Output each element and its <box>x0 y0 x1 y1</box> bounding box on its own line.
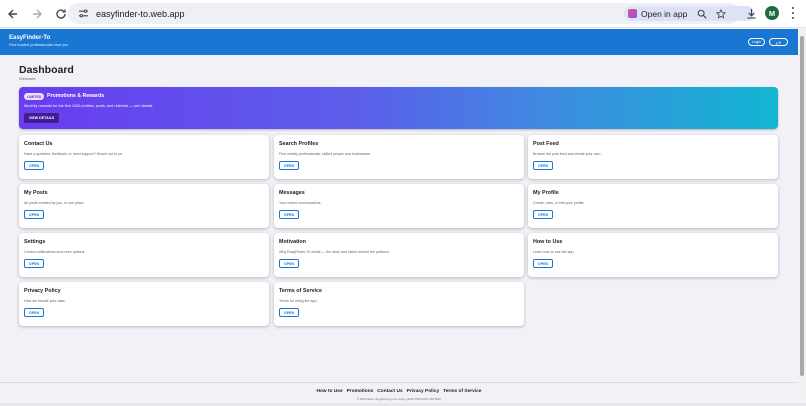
back-button[interactable] <box>2 3 24 25</box>
open-button[interactable]: OPEN <box>279 308 299 317</box>
card-messages[interactable]: Messages Your recent conversations. OPEN <box>274 184 524 228</box>
open-button[interactable]: OPEN <box>24 210 44 219</box>
card-search-profiles[interactable]: Search Profiles Find nearby professional… <box>274 135 524 179</box>
open-button[interactable]: OPEN <box>24 308 44 317</box>
open-in-app-label: Open in app <box>641 8 688 19</box>
card-title: Terms of Service <box>279 288 323 294</box>
open-button[interactable]: OPEN <box>533 259 553 268</box>
card-title: Privacy Policy <box>24 288 61 294</box>
app-icon <box>628 9 637 18</box>
language-toggle-button[interactable]: ع/E <box>769 38 788 46</box>
card-title: My Posts <box>24 190 48 196</box>
card-title: My Profile <box>533 190 559 196</box>
card-description: Terms for using the app. <box>279 299 318 303</box>
open-button[interactable]: OPEN <box>279 210 299 219</box>
card-title: Settings <box>24 239 46 245</box>
browser-menu-button[interactable] <box>788 6 798 20</box>
footer-link-promotions[interactable]: Promotions <box>347 389 374 394</box>
forward-arrow-icon <box>33 9 42 18</box>
zoom-button[interactable] <box>695 7 709 21</box>
card-my-profile[interactable]: My Profile Create, view, or edit your pr… <box>528 184 778 228</box>
open-in-app-button[interactable]: Open in app <box>624 6 754 21</box>
open-button[interactable]: OPEN <box>279 161 299 170</box>
kebab-dot-icon <box>792 16 794 19</box>
download-icon <box>746 8 756 19</box>
profile-avatar[interactable]: M <box>765 6 779 20</box>
card-title: Motivation <box>279 239 306 245</box>
scrollbar-thumb[interactable] <box>800 36 804 376</box>
app-header: EasyFinder-To Find trusted professionals… <box>0 29 798 55</box>
card-privacy-policy[interactable]: Privacy Policy How we handle your data. … <box>19 282 269 326</box>
zoom-icon <box>697 9 707 19</box>
card-description: Create, view, or edit your profile. <box>533 201 585 205</box>
back-arrow-icon <box>8 9 17 18</box>
footer-link-terms-of-service[interactable]: Terms of Service <box>443 389 481 394</box>
footer-link-contact-us[interactable]: Contact Us <box>377 389 402 394</box>
promo-description: Monthly rewards for the first 1000 profi… <box>24 104 154 108</box>
open-button[interactable]: OPEN <box>24 161 44 170</box>
card-how-to-use[interactable]: How to Use Learn how to use the app. OPE… <box>528 233 778 277</box>
view-details-button[interactable]: VIEW DETAILS <box>24 113 60 123</box>
card-description: Control notifications and more options. <box>24 250 86 254</box>
card-description: Find nearby professionals, skilled peopl… <box>279 152 371 156</box>
card-title: How to Use <box>533 239 563 245</box>
card-description: Learn how to use the app. <box>533 250 575 254</box>
url-text[interactable]: easyfinder-to.web.app <box>96 9 185 19</box>
brand-name[interactable]: EasyFinder-To <box>9 35 50 41</box>
forward-button[interactable] <box>26 3 48 25</box>
card-description: Have a question, feedback, or need suppo… <box>24 152 123 156</box>
card-description: How we handle your data. <box>24 299 66 303</box>
kebab-dot-icon <box>792 7 794 10</box>
card-title: Messages <box>279 190 305 196</box>
card-description: All posts created by you, in one place. <box>24 201 85 205</box>
bookmark-button[interactable] <box>714 7 728 21</box>
site-settings-icon[interactable] <box>76 7 90 21</box>
card-contact-us[interactable]: Contact Us Have a question, feedback, or… <box>19 135 269 179</box>
copyright-text: © 2025 EDG. Engineering Life Living (EMD… <box>356 397 442 401</box>
card-title: Post Feed <box>533 141 559 147</box>
footer-link-how-to-use[interactable]: How to Use <box>317 389 343 394</box>
card-description: Browse the post feed and create your own… <box>533 152 602 156</box>
promo-banner: LIMITED Promotions & Rewards Monthly rew… <box>19 87 778 129</box>
open-button[interactable]: OPEN <box>533 161 553 170</box>
card-description: Why EasyFinder-To exists — the story and… <box>279 250 390 254</box>
card-terms-of-service[interactable]: Terms of Service Terms for using the app… <box>274 282 524 326</box>
open-button[interactable]: OPEN <box>24 259 44 268</box>
card-title: Search Profiles <box>279 141 319 147</box>
open-button[interactable]: OPEN <box>279 259 299 268</box>
page-subtitle: Welcome <box>19 76 36 81</box>
page-title: Dashboard <box>19 64 74 76</box>
kebab-dot-icon <box>792 11 794 14</box>
promo-title: Promotions & Rewards <box>47 93 105 99</box>
card-my-posts[interactable]: My Posts All posts created by you, in on… <box>19 184 269 228</box>
open-button[interactable]: OPEN <box>533 210 553 219</box>
card-title: Contact Us <box>24 141 53 147</box>
reload-icon <box>56 8 66 19</box>
footer-divider <box>0 382 798 383</box>
footer-links: How to Use Promotions Contact Us Privacy… <box>0 389 798 394</box>
card-description: Your recent conversations. <box>279 201 322 205</box>
card-settings[interactable]: Settings Control notifications and more … <box>19 233 269 277</box>
footer-link-privacy-policy[interactable]: Privacy Policy <box>407 389 440 394</box>
card-motivation[interactable]: Motivation Why EasyFinder-To exists — th… <box>274 233 524 277</box>
login-button[interactable]: Login <box>748 38 765 46</box>
star-icon <box>716 9 726 19</box>
card-post-feed[interactable]: Post Feed Browse the post feed and creat… <box>528 135 778 179</box>
brand-tagline: Find trusted professionals near you <box>9 43 69 47</box>
promo-limited-badge: LIMITED <box>24 93 45 100</box>
downloads-button[interactable] <box>744 6 758 20</box>
